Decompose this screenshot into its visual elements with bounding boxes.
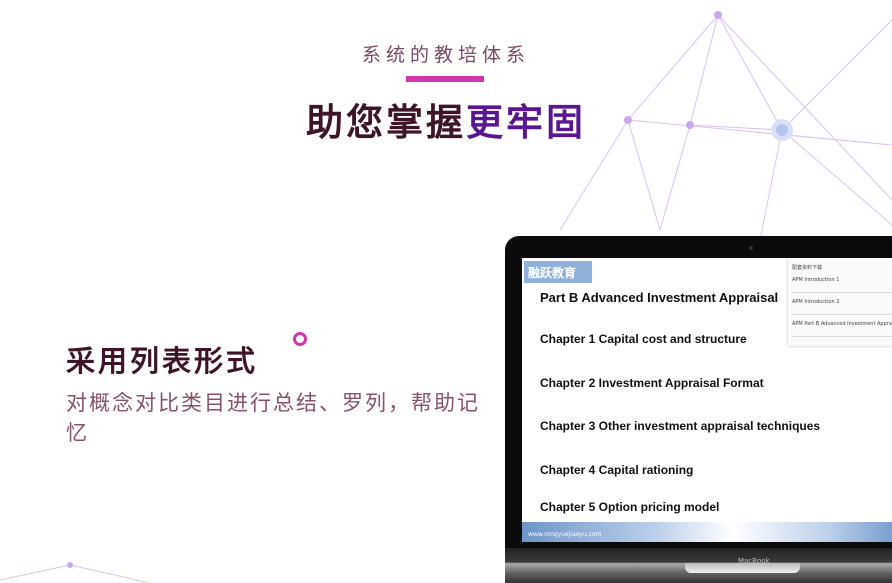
section-subtitle: 系统的教培体系 <box>361 44 530 66</box>
chapter-item: Chapter 5 Option pricing model <box>540 500 720 514</box>
brand-logo: 融跃教育 <box>524 261 592 283</box>
laptop-notch <box>685 563 800 573</box>
panel-title: 配套资料下载 <box>792 265 823 271</box>
download-item[interactable]: APM Introduction 2 <box>792 293 892 315</box>
download-item[interactable]: APM Part B Advanced Investment Appraisal <box>792 315 892 337</box>
camera-icon <box>749 246 753 250</box>
chapter-item: Chapter 3 Other investment appraisal tec… <box>540 419 821 433</box>
chapter-item: Chapter 1 Capital cost and structure <box>540 332 747 346</box>
feature-title: 采用列表形式 <box>66 344 259 378</box>
download-panel: 配套资料下载 APM Introduction 1 APM Introducti… <box>788 258 892 346</box>
download-item[interactable]: APM Introduction 1 <box>792 271 892 293</box>
slide-footer: www.rongyuejiaoyu.com <box>522 522 892 542</box>
feature-description: 对概念对比类目进行总结、罗列，帮助记忆 <box>66 391 480 445</box>
page-title: 助您掌握更牢固 <box>0 92 892 146</box>
title-highlight: 更牢固 <box>466 101 586 144</box>
slide-part-title: Part B Advanced Investment Appraisal <box>540 290 779 305</box>
laptop-screen: 融跃教育 Part B Advanced Investment Appraisa… <box>505 236 892 548</box>
chapter-item: Chapter 2 Investment Appraisal Format <box>540 376 764 390</box>
laptop-base: MacBook <box>505 548 892 583</box>
footer-url: www.rongyuejiaoyu.com <box>528 531 602 538</box>
slide: 融跃教育 Part B Advanced Investment Appraisa… <box>522 258 892 542</box>
accent-bar <box>406 76 484 82</box>
title-main: 助您掌握 <box>306 101 466 144</box>
ring-decoration-icon <box>293 332 307 346</box>
chapter-item: Chapter 4 Capital rationing <box>540 463 694 477</box>
